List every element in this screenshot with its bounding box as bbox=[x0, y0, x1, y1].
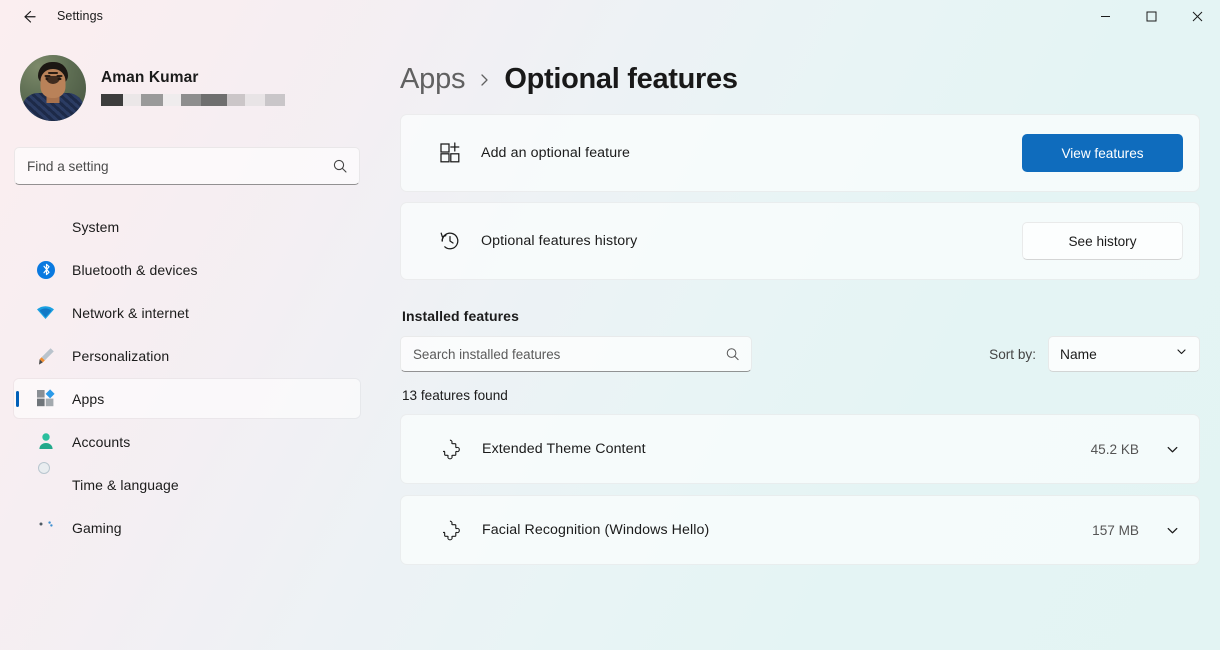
puzzle-piece-icon bbox=[438, 517, 464, 543]
avatar-photo bbox=[20, 55, 86, 121]
sidebar-search-wrap bbox=[0, 121, 376, 185]
search-box[interactable] bbox=[14, 147, 360, 185]
installed-features-heading: Installed features bbox=[402, 308, 1200, 324]
gamepad-icon bbox=[36, 518, 56, 538]
sort-by-label: Sort by: bbox=[989, 347, 1036, 362]
sidebar-item-label: Accounts bbox=[72, 434, 130, 450]
apps-icon bbox=[36, 389, 56, 409]
monitor-icon bbox=[36, 217, 56, 237]
maximize-button[interactable] bbox=[1128, 0, 1174, 32]
sidebar-item-system[interactable]: System bbox=[14, 207, 360, 246]
sidebar-item-apps[interactable]: Apps bbox=[14, 379, 360, 418]
search-icon bbox=[332, 158, 348, 174]
see-history-button[interactable]: See history bbox=[1022, 222, 1183, 260]
profile-name: Aman Kumar bbox=[101, 69, 285, 87]
back-button[interactable] bbox=[11, 2, 45, 30]
app-shell: Aman Kumar bbox=[0, 32, 1220, 650]
sidebar-item-accounts[interactable]: Accounts bbox=[14, 422, 360, 461]
search-icon bbox=[725, 347, 740, 362]
breadcrumb-parent[interactable]: Apps bbox=[400, 63, 465, 96]
chevron-down-icon bbox=[1175, 345, 1188, 363]
avatar bbox=[20, 55, 86, 121]
feature-name: Extended Theme Content bbox=[482, 441, 1091, 457]
sidebar-nav: System Bluetooth & devices bbox=[0, 207, 376, 547]
window-controls bbox=[1082, 0, 1220, 32]
chevron-down-icon[interactable] bbox=[1161, 442, 1183, 457]
history-icon bbox=[437, 228, 463, 254]
sidebar: Aman Kumar bbox=[0, 32, 392, 650]
sidebar-item-personalization[interactable]: Personalization bbox=[14, 336, 360, 375]
sidebar-item-label: Personalization bbox=[72, 348, 169, 364]
maximize-icon bbox=[1146, 11, 1157, 22]
sidebar-item-label: Bluetooth & devices bbox=[72, 262, 198, 278]
card-label: Optional features history bbox=[481, 233, 1004, 249]
feature-size: 157 MB bbox=[1092, 523, 1139, 538]
sidebar-item-label: Time & language bbox=[72, 477, 179, 493]
installed-search-box[interactable] bbox=[400, 336, 752, 372]
sidebar-item-label: Gaming bbox=[72, 520, 122, 536]
installed-filter-row: Sort by: Name bbox=[400, 336, 1200, 372]
sidebar-item-label: Network & internet bbox=[72, 305, 189, 321]
sort-by-dropdown[interactable]: Name bbox=[1048, 336, 1200, 372]
title-bar-drag-region bbox=[103, 0, 1082, 32]
feature-name: Facial Recognition (Windows Hello) bbox=[482, 522, 1092, 538]
sidebar-item-bluetooth-devices[interactable]: Bluetooth & devices bbox=[14, 250, 360, 289]
sidebar-item-gaming[interactable]: Gaming bbox=[14, 508, 360, 547]
minimize-icon bbox=[1100, 11, 1111, 22]
sidebar-item-network-internet[interactable]: Network & internet bbox=[14, 293, 360, 332]
clock-globe-icon bbox=[36, 475, 56, 495]
bluetooth-icon bbox=[36, 260, 56, 280]
back-arrow-icon bbox=[20, 8, 37, 25]
profile-email-redacted bbox=[101, 94, 285, 106]
features-found-count: 13 features found bbox=[402, 388, 1200, 403]
minimize-button[interactable] bbox=[1082, 0, 1128, 32]
view-features-button[interactable]: View features bbox=[1022, 134, 1183, 172]
search-input[interactable] bbox=[15, 148, 359, 184]
chevron-right-icon bbox=[478, 72, 491, 91]
window-title: Settings bbox=[57, 9, 103, 23]
wifi-icon bbox=[36, 303, 56, 323]
chevron-down-icon[interactable] bbox=[1161, 523, 1183, 538]
paintbrush-icon bbox=[36, 346, 56, 366]
card-label: Add an optional feature bbox=[481, 145, 1004, 161]
title-bar: Settings bbox=[0, 0, 1220, 32]
installed-search-input[interactable] bbox=[401, 337, 751, 371]
close-icon bbox=[1192, 11, 1203, 22]
table-row[interactable]: Facial Recognition (Windows Hello) 157 M… bbox=[400, 495, 1200, 565]
profile-text: Aman Kumar bbox=[101, 69, 285, 108]
title-bar-left: Settings bbox=[0, 0, 103, 32]
breadcrumb: Apps Optional features bbox=[400, 32, 1200, 96]
person-icon bbox=[36, 432, 56, 452]
close-button[interactable] bbox=[1174, 0, 1220, 32]
optional-features-history-card: Optional features history See history bbox=[400, 202, 1200, 280]
sort-by-value: Name bbox=[1060, 347, 1175, 362]
add-optional-feature-card: Add an optional feature View features bbox=[400, 114, 1200, 192]
main-content: Apps Optional features Add an optional f… bbox=[392, 32, 1220, 650]
user-profile[interactable]: Aman Kumar bbox=[0, 32, 376, 121]
sidebar-item-label: Apps bbox=[72, 391, 104, 407]
sidebar-item-label: System bbox=[72, 219, 119, 235]
add-feature-icon bbox=[437, 140, 463, 166]
feature-size: 45.2 KB bbox=[1091, 442, 1139, 457]
puzzle-piece-icon bbox=[438, 436, 464, 462]
sidebar-item-time-language[interactable]: Time & language bbox=[14, 465, 360, 504]
table-row[interactable]: Extended Theme Content 45.2 KB bbox=[400, 414, 1200, 484]
page-title: Optional features bbox=[504, 63, 737, 96]
